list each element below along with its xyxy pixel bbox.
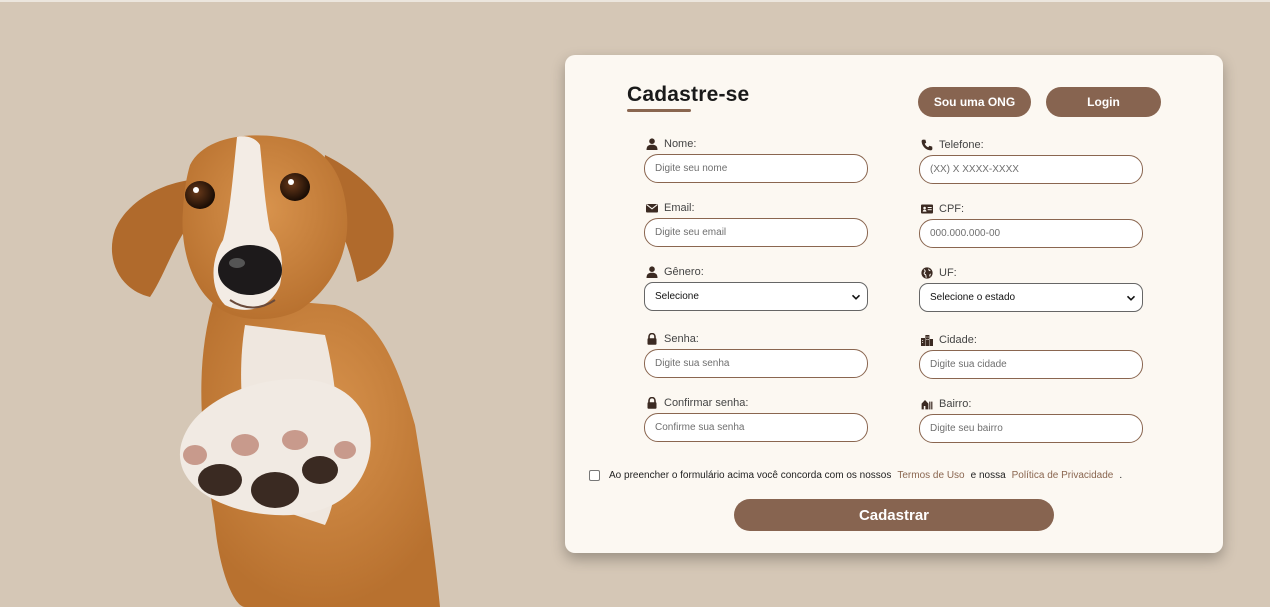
cidade-label: Cidade: [921,333,1143,347]
cpf-label-text: CPF: [939,203,965,215]
confirmar-senha-label: Confirmar senha: [646,396,868,410]
globe-icon [921,267,933,279]
id-card-icon [921,204,933,214]
terms-of-use-link[interactable]: Termos de Uso [897,470,964,481]
confirmar-senha-field: Confirmar senha: [644,396,868,442]
dog-image [111,135,440,607]
city-icon [921,335,933,346]
genero-select-value: Selecione [655,291,699,302]
telefone-label: Telefone: [921,138,1143,152]
cpf-label: CPF: [921,202,1143,216]
confirmar-senha-input[interactable] [644,413,868,442]
bairro-label-text: Bairro: [939,398,972,410]
user-icon [646,138,658,150]
title-underline [627,109,691,112]
terms-text-end: . [1119,470,1123,481]
envelope-icon [646,204,658,213]
phone-icon [921,139,933,151]
email-label-text: Email: [664,202,695,214]
cpf-field: CPF: [919,202,1143,248]
ong-button[interactable]: Sou uma ONG [918,87,1031,117]
terms-text-middle: e nossa [970,470,1006,481]
genero-select[interactable]: Selecione [644,282,868,311]
cidade-input[interactable] [919,350,1143,379]
uf-label-text: UF: [939,267,957,279]
privacy-policy-link[interactable]: Política de Privacidade [1012,470,1114,481]
telefone-field: Telefone: [919,138,1143,184]
terms-agreement: Ao preencher o formulário acima você con… [589,470,1122,481]
house-icon [921,400,933,410]
page-title: Cadastre-se [627,83,750,106]
genero-label: Gênero: [646,265,868,279]
lock-icon [647,333,657,345]
telefone-label-text: Telefone: [939,139,984,151]
bairro-input[interactable] [919,414,1143,443]
nome-label: Nome: [646,137,868,151]
senha-label: Senha: [646,332,868,346]
nome-input[interactable] [644,154,868,183]
chevron-down-icon [851,294,861,300]
bairro-field: Bairro: [919,397,1143,443]
cidade-label-text: Cidade: [939,334,977,346]
nome-field: Nome: [644,137,868,183]
terms-checkbox[interactable] [589,470,600,481]
login-button[interactable]: Login [1046,87,1161,117]
bairro-label: Bairro: [921,397,1143,411]
uf-select[interactable]: Selecione o estado [919,283,1143,312]
senha-label-text: Senha: [664,333,699,345]
cpf-input[interactable] [919,219,1143,248]
lock-icon [647,397,657,409]
chevron-down-icon [1126,295,1136,301]
genero-field: Gênero: Selecione [644,265,868,311]
genero-label-text: Gênero: [664,266,704,278]
telefone-input[interactable] [919,155,1143,184]
uf-label: UF: [921,266,1143,280]
senha-field: Senha: [644,332,868,378]
senha-input[interactable] [644,349,868,378]
user-icon [646,266,658,278]
submit-button[interactable]: Cadastrar [734,499,1054,531]
nome-label-text: Nome: [664,138,697,150]
email-field: Email: [644,201,868,247]
email-label: Email: [646,201,868,215]
confirmar-senha-label-text: Confirmar senha: [664,397,749,409]
register-card: Cadastre-se Sou uma ONG Login Nome: Emai… [565,55,1223,553]
uf-select-value: Selecione o estado [930,292,1016,303]
cidade-field: Cidade: [919,333,1143,379]
uf-field: UF: Selecione o estado [919,266,1143,312]
top-border [0,0,1270,2]
terms-text: Ao preencher o formulário acima você con… [609,470,892,481]
email-input[interactable] [644,218,868,247]
